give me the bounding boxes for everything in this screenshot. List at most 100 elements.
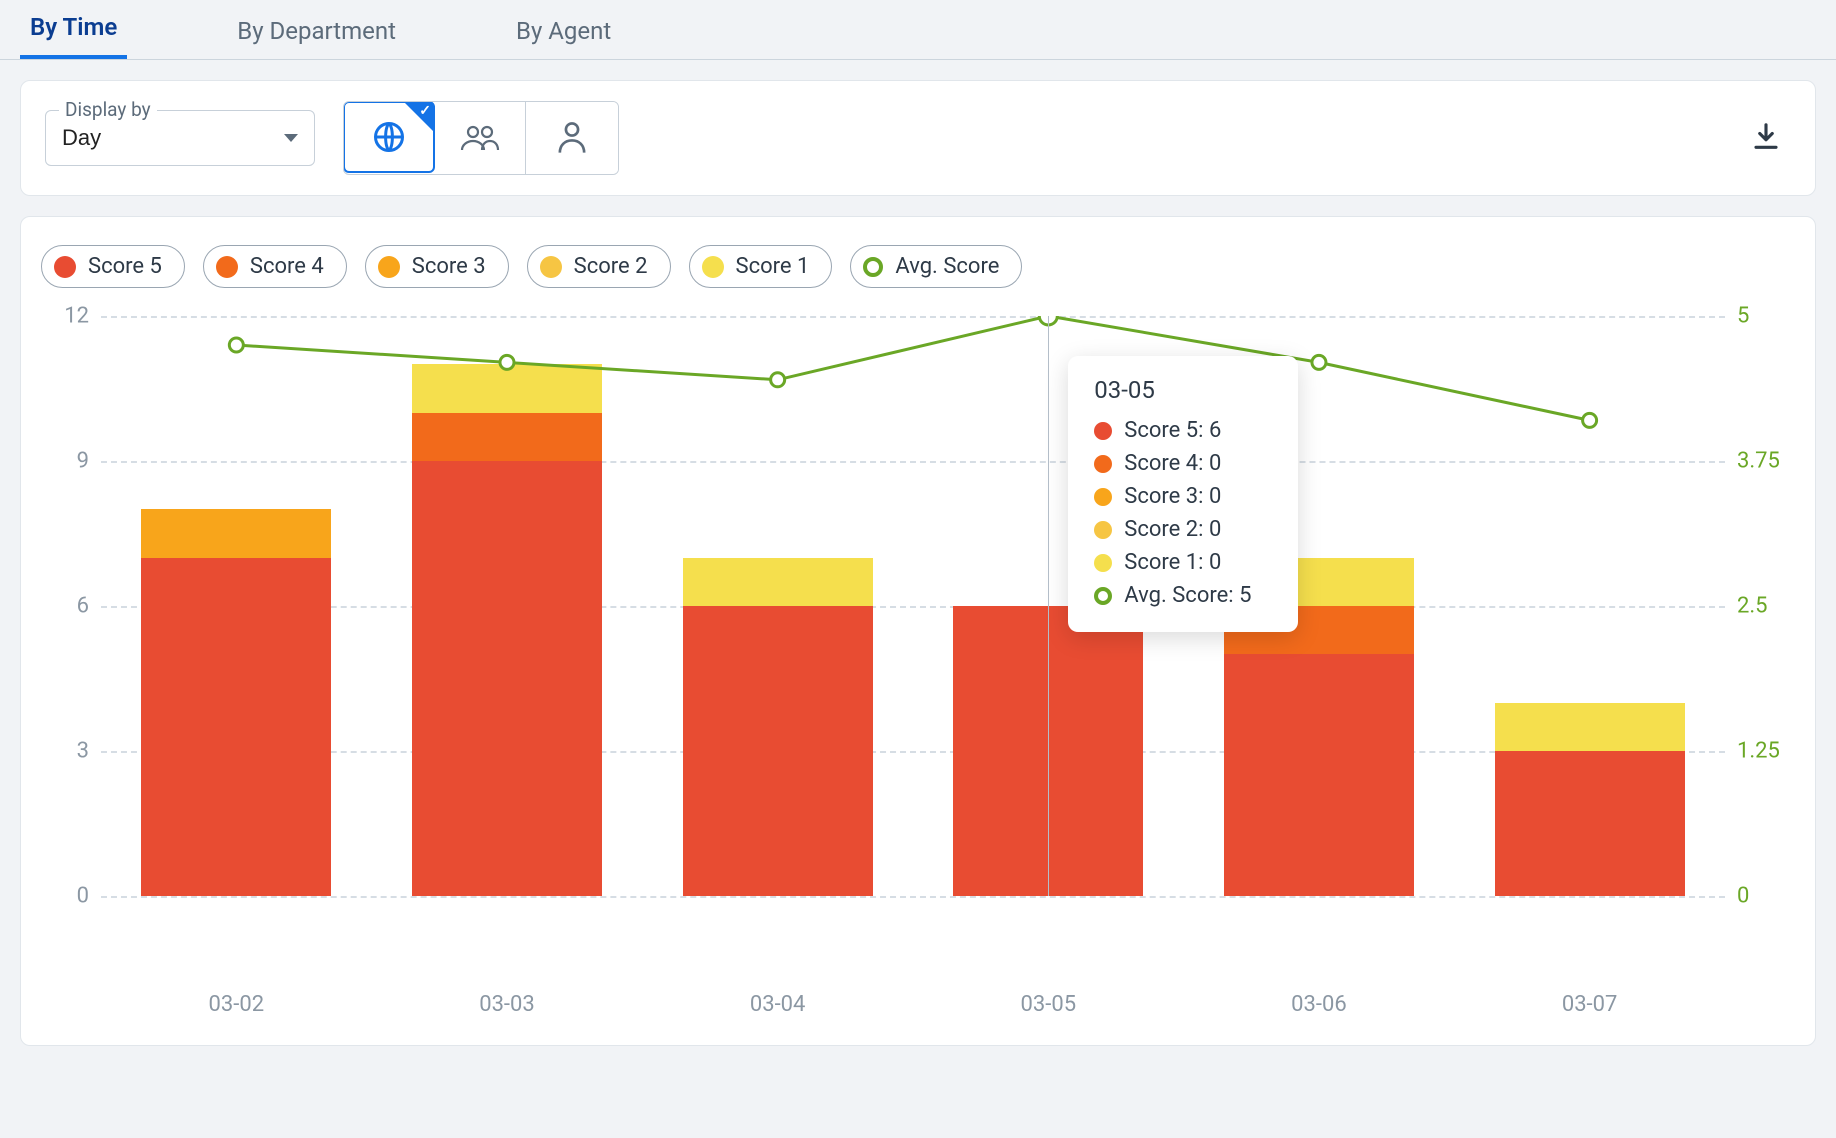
y-tick-right: 5 [1737,304,1749,329]
tooltip-row: Avg. Score: 5 [1094,579,1272,612]
hover-vertical-line [1048,316,1049,896]
legend-item-3[interactable]: Score 2 [527,245,671,288]
tooltip-label: Score 2: 0 [1124,517,1221,542]
legend-dot-icon [378,256,400,278]
legend-label: Score 2 [574,254,648,279]
bar-slot [1490,316,1690,896]
bar-segment [412,413,602,461]
tooltip-label: Score 1: 0 [1124,550,1221,575]
chart-card: Score 5 Score 4 Score 3 Score 2 Score 1 Avg. … [20,216,1816,1046]
legend-item-4[interactable]: Score 1 [689,245,833,288]
tooltip-dot-icon [1094,554,1112,572]
y-tick-left: 12 [64,304,89,329]
download-icon [1751,121,1781,151]
person-icon [557,121,587,155]
filters-card: Display by Day [20,80,1816,196]
tooltip-dot-icon [1094,455,1112,473]
legend-dot-icon [540,256,562,278]
y-tick-right: 1.25 [1737,739,1780,764]
tabs-row: By Time By Department By Agent [0,0,1836,60]
y-tick-left: 3 [77,739,89,764]
bar-segment [412,461,602,896]
y-tick-left: 9 [77,449,89,474]
tooltip-label: Score 5: 6 [1124,418,1221,443]
legend-label: Score 4 [250,254,324,279]
grid-line [101,896,1725,898]
check-badge-icon [405,103,433,131]
legend-label: Score 5 [88,254,162,279]
bars-layer [101,316,1725,896]
y-tick-left: 0 [77,884,89,909]
legend-item-2[interactable]: Score 3 [365,245,509,288]
people-icon [460,121,500,155]
tooltip-row: Score 4: 0 [1094,447,1272,480]
y-axis-right: 01.252.53.755 [1725,316,1795,966]
legend-ring-icon [863,257,883,277]
bar-slot [407,316,607,896]
x-tick-label: 03-04 [678,992,878,1017]
bar-segment [412,364,602,412]
display-by-value: Day [62,125,101,151]
chart-area: 036912 03-05Score 5: 6Score 4: 0Score 3:… [41,316,1795,966]
bar-stack-03-02[interactable] [141,509,331,896]
legend-item-1[interactable]: Score 4 [203,245,347,288]
tab-by-time[interactable]: By Time [20,0,127,59]
bar-stack-03-04[interactable] [683,558,873,896]
legend-item-0[interactable]: Score 5 [41,245,185,288]
tooltip-dot-icon [1094,422,1112,440]
scope-segmented [343,101,619,175]
legend-item-5[interactable]: Avg. Score [850,245,1022,288]
tooltip-ring-icon [1094,587,1112,605]
tooltip-dot-icon [1094,521,1112,539]
bar-slot [678,316,878,896]
bar-stack-03-07[interactable] [1495,703,1685,896]
legend-label: Avg. Score [895,254,999,279]
legend-row: Score 5 Score 4 Score 3 Score 2 Score 1 Avg. … [41,245,1795,288]
legend-dot-icon [54,256,76,278]
tooltip-row: Score 2: 0 [1094,513,1272,546]
x-tick-label: 03-05 [948,992,1148,1017]
x-tick-label: 03-02 [136,992,336,1017]
bar-segment [1224,654,1414,896]
chevron-down-icon [284,134,298,142]
bar-segment [141,558,331,896]
scope-global-button[interactable] [343,101,435,173]
tab-by-department[interactable]: By Department [227,3,406,59]
tooltip-label: Score 4: 0 [1124,451,1221,476]
tooltip-row: Score 5: 6 [1094,414,1272,447]
legend-dot-icon [216,256,238,278]
plot-area[interactable]: 03-05 Score 5: 6 Score 4: 0 Score 3: 0 Score… [101,316,1725,896]
bar-stack-03-03[interactable] [412,364,602,896]
tooltip-dot-icon [1094,488,1112,506]
bar-segment [141,509,331,557]
bar-segment [683,558,873,606]
legend-label: Score 1 [736,254,810,279]
tooltip-label: Score 3: 0 [1124,484,1221,509]
globe-icon [371,119,407,155]
bar-segment [1495,703,1685,751]
x-tick-label: 03-07 [1490,992,1690,1017]
display-by-select[interactable]: Display by Day [45,110,315,166]
y-axis-left: 036912 [41,316,101,966]
y-tick-left: 6 [77,594,89,619]
y-tick-right: 0 [1737,884,1749,909]
x-tick-label: 03-06 [1219,992,1419,1017]
display-by-label: Display by [59,98,157,121]
legend-label: Score 3 [412,254,486,279]
x-axis-labels: 03-02 03-03 03-04 03-05 03-06 03-07 [101,992,1725,1017]
tooltip-title: 03-05 [1094,376,1272,404]
bar-segment [1495,751,1685,896]
chart-tooltip: 03-05 Score 5: 6 Score 4: 0 Score 3: 0 Score… [1068,356,1298,632]
scope-person-button[interactable] [526,102,618,174]
scope-groups-button[interactable] [434,102,526,174]
tab-by-agent[interactable]: By Agent [506,3,621,59]
legend-dot-icon [702,256,724,278]
y-tick-right: 2.5 [1737,594,1768,619]
bar-segment [683,606,873,896]
bar-slot [136,316,336,896]
x-tick-label: 03-03 [407,992,607,1017]
tooltip-label: Avg. Score: 5 [1124,583,1251,608]
download-button[interactable] [1741,111,1791,165]
y-tick-right: 3.75 [1737,449,1780,474]
tooltip-row: Score 1: 0 [1094,546,1272,579]
